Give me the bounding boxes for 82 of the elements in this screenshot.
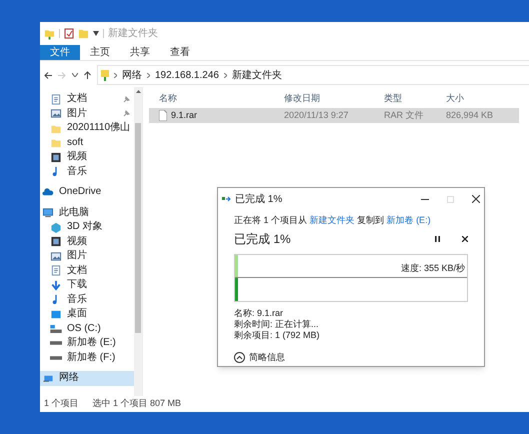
sidebar-item[interactable]: 文档 (40, 92, 134, 106)
file-row[interactable]: 9.1.rar 2020/11/13 9:27 RAR 文件 826,994 KB (149, 108, 519, 123)
film-icon (50, 236, 62, 248)
dropdown-icon[interactable] (93, 31, 99, 36)
document-icon (50, 94, 62, 105)
column-header[interactable]: 名称 (149, 92, 284, 106)
progress-heading: 已完成 1% (234, 230, 291, 248)
sidebar-item[interactable]: 视频 (40, 234, 134, 249)
column-header[interactable]: 修改日期 (284, 92, 384, 106)
desktop-icon (50, 308, 62, 320)
window-title: 新建文件夹 (108, 26, 158, 41)
column-header[interactable]: 大小 (446, 92, 506, 106)
sidebar-item[interactable]: 文档 (40, 264, 134, 278)
copy-description: 正在将 1 个项目从 新建文件夹 复制到 新加卷 (E:) (234, 214, 432, 227)
sidebar-item[interactable]: 新加卷 (E:) (40, 336, 134, 350)
chevron-right-icon (224, 72, 227, 78)
sidebar-item[interactable]: 图片 (40, 249, 134, 264)
ribbon-tab[interactable]: 文件 (40, 45, 80, 60)
scrollbar[interactable] (134, 87, 142, 396)
drive-icon (50, 356, 62, 360)
cloud-icon (42, 186, 54, 198)
sidebar-item[interactable]: 3D 对象 (40, 220, 134, 234)
chevron-right-icon (114, 72, 117, 78)
drive-icon (50, 324, 62, 333)
detail-text: 名称: 9.1.rar (234, 308, 284, 318)
detail-text: 剩余项目: 1 (792 MB) (234, 330, 321, 340)
cancel-icon[interactable] (462, 236, 468, 242)
sidebar-item[interactable]: 新加卷 (F:) (40, 350, 134, 365)
cube-icon (50, 222, 62, 233)
file-size: 826,994 KB (446, 108, 494, 122)
picture-icon (50, 108, 62, 120)
properties-icon (64, 28, 74, 39)
breadcrumb-item[interactable]: 网络 (122, 68, 142, 82)
sidebar-item[interactable]: OneDrive (40, 185, 134, 200)
computer-icon (42, 207, 54, 218)
network-folder-icon (101, 69, 109, 81)
dialog-title: 已完成 1% (235, 192, 282, 206)
sidebar-item[interactable]: 音乐 (40, 164, 134, 179)
status-text: 选中 1 个项目 807 MB (92, 397, 182, 410)
sidebar-item[interactable]: OS (C:) (40, 322, 134, 336)
drive-icon (50, 341, 62, 346)
folder-icon (50, 137, 62, 148)
breadcrumb-item[interactable]: 192.168.1.246 (155, 68, 219, 82)
ribbon-tab[interactable]: 查看 (160, 45, 200, 60)
chevron-down-icon[interactable] (72, 73, 78, 77)
status-text: 1 个项目 (44, 397, 79, 410)
chevron-up-icon (234, 352, 245, 363)
pause-icon[interactable] (435, 236, 440, 242)
detail-text: 剩余时间: 正在计算... (234, 318, 320, 330)
sidebar-item[interactable]: soft (40, 136, 134, 150)
sidebar-item[interactable]: 音乐 (40, 292, 134, 307)
sidebar-item[interactable]: 视频 (40, 150, 134, 164)
address-bar[interactable]: 网络 192.168.1.246 新建文件夹 (97, 65, 529, 85)
file-type: RAR 文件 (384, 108, 425, 122)
ribbon-tab[interactable]: 共享 (120, 45, 160, 60)
film-icon (50, 152, 62, 163)
file-name: 9.1.rar (171, 108, 198, 122)
breadcrumb-item[interactable]: 新建文件夹 (232, 68, 282, 82)
folder-icon (78, 28, 89, 39)
sidebar-item[interactable]: 此电脑 (40, 206, 134, 220)
up-icon[interactable] (84, 71, 91, 79)
copy-icon (222, 196, 231, 202)
back-icon[interactable] (44, 72, 52, 78)
column-header[interactable]: 类型 (384, 92, 446, 106)
less-details-button[interactable]: 简略信息 (234, 350, 285, 364)
scroll-up-icon[interactable] (136, 90, 140, 93)
sidebar-item[interactable]: 图片 (40, 106, 134, 121)
ribbon-tab[interactable]: 主页 (80, 45, 120, 60)
modified-date: 2020/11/13 9:27 (284, 108, 350, 122)
minimize-icon[interactable] (421, 198, 429, 200)
chevron-right-icon (147, 72, 150, 78)
sidebar-item[interactable]: 桌面 (40, 307, 134, 322)
folder-icon (44, 28, 55, 40)
sidebar-item[interactable]: 20201110佛山 (40, 121, 134, 136)
download-arrow-icon (50, 280, 62, 291)
picture-icon (50, 250, 62, 262)
sidebar-item[interactable]: 下载 (40, 278, 134, 292)
document-icon (50, 265, 62, 276)
file-icon (159, 110, 167, 121)
sidebar-item[interactable]: 网络 (40, 371, 134, 386)
speed-label: 速度: 355 KB/秒 (400, 262, 465, 276)
close-icon[interactable] (472, 195, 480, 203)
